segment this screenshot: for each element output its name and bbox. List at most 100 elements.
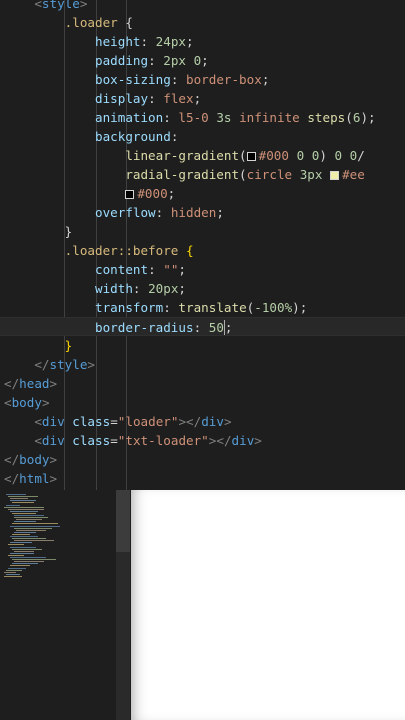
code-token: radial-gradient (4, 167, 240, 182)
minimap-line (14, 550, 34, 552)
color-swatch[interactable] (246, 152, 256, 161)
code-line[interactable]: content: ""; (0, 260, 405, 279)
code-token: ; (186, 34, 194, 49)
code-line[interactable]: <style> (0, 0, 405, 13)
code-token: transform (4, 300, 164, 315)
code-line[interactable]: width: 20px; (0, 279, 405, 298)
minimap-line (10, 552, 34, 554)
minimap-scroll-thumb[interactable] (116, 490, 130, 552)
code-token: : (132, 281, 149, 296)
code-line[interactable]: </html> (0, 469, 405, 488)
code-token: ; (167, 186, 176, 201)
code-line[interactable]: .loader { (0, 13, 405, 32)
code-token: 3s (216, 110, 232, 125)
code-token: ( (239, 148, 247, 163)
code-editor[interactable]: <style> .loader { height: 24px; padding:… (0, 0, 405, 490)
code-token: "" (163, 262, 179, 277)
minimap-line (12, 548, 42, 550)
code-line[interactable]: <div class="loader"></div> (0, 412, 405, 431)
code-token: ; (261, 72, 270, 87)
code-token: { (185, 243, 194, 258)
code-token: : (163, 110, 179, 125)
code-line[interactable]: #000; (0, 184, 405, 203)
code-line[interactable]: radial-gradient(circle 3px #ee (0, 165, 405, 184)
minimap-line (14, 561, 44, 563)
code-token: div (231, 433, 255, 448)
minimap-line (6, 569, 22, 571)
code-token: 2px 0 (163, 53, 202, 68)
minimap-line (10, 510, 38, 512)
code-token: > (79, 0, 88, 11)
minimap-line (8, 567, 26, 569)
code-token: translate (178, 300, 247, 315)
code-token: div (201, 414, 224, 429)
minimap-line (10, 565, 30, 567)
code-token: < (4, 0, 42, 11)
code-line[interactable]: background: (0, 127, 405, 146)
code-token: style (49, 357, 88, 372)
code-token: : (170, 129, 179, 144)
code-token: </ (4, 452, 20, 467)
code-token: : (170, 72, 186, 87)
code-token: < (4, 433, 42, 448)
browser-preview-pane (131, 490, 405, 720)
code-token: ); (292, 300, 308, 315)
code-token: 20px (148, 281, 179, 296)
minimap-line (8, 554, 24, 556)
code-token: ; (201, 53, 209, 68)
code-line[interactable]: transform: translate(-100%); (0, 298, 405, 317)
code-token: .loader (4, 15, 126, 30)
code-line[interactable]: border-radius: 50; (0, 317, 405, 336)
code-line[interactable]: } (0, 222, 405, 241)
code-token: flex (163, 91, 194, 106)
code-line[interactable]: .loader::before { (0, 241, 405, 260)
minimap[interactable] (0, 490, 116, 720)
code-token: "loader" (117, 414, 179, 429)
code-line[interactable]: display: flex; (0, 89, 405, 108)
code-token: ); (360, 110, 376, 125)
code-token: class (72, 433, 111, 448)
code-token: 0 0 (296, 148, 320, 163)
code-line[interactable]: } (0, 336, 405, 355)
code-token: > (49, 376, 58, 391)
minimap-line (6, 494, 26, 495)
code-line[interactable]: </style> (0, 355, 405, 374)
minimap-line (4, 506, 44, 508)
minimap-line (12, 538, 46, 540)
code-token: #000 (258, 148, 297, 163)
code-token: l5-0 (178, 110, 217, 125)
code-line[interactable]: <div class="txt-loader"></div> (0, 431, 405, 450)
code-line[interactable]: box-sizing: border-box; (0, 70, 405, 89)
code-token: content (4, 262, 149, 277)
code-line[interactable]: overflow: hidden; (0, 203, 405, 222)
color-swatch[interactable] (330, 171, 340, 180)
color-swatch[interactable] (125, 190, 135, 199)
code-token: </ (4, 357, 50, 372)
code-token: ; (193, 91, 202, 106)
code-line[interactable]: </head> (0, 374, 405, 393)
code-token: linear-gradient (4, 148, 240, 163)
code-token: } (4, 338, 73, 353)
code-line[interactable]: animation: l5-0 3s infinite steps(6); (0, 108, 405, 127)
code-line[interactable]: </body> (0, 450, 405, 469)
minimap-line (12, 559, 56, 561)
minimap-line (12, 502, 34, 504)
code-line[interactable]: padding: 2px 0; (0, 51, 405, 70)
code-line[interactable]: <body> (0, 393, 405, 412)
code-token: infinite (231, 110, 308, 125)
minimap-line (16, 529, 46, 531)
minimap-line (10, 525, 60, 527)
code-token: : (155, 205, 171, 220)
code-token: < (4, 395, 12, 410)
code-token: > (49, 471, 58, 486)
minimap-line (12, 523, 58, 525)
code-line[interactable]: height: 24px; (0, 32, 405, 51)
minimap-line (8, 496, 38, 498)
code-token: ></ (178, 414, 202, 429)
minimap-line (14, 527, 52, 529)
code-token: 50 (208, 320, 224, 335)
code-token: : (148, 262, 164, 277)
minimap-line (12, 563, 38, 565)
code-line[interactable]: linear-gradient(#000 0 0) 0 0/ (0, 146, 405, 165)
code-token: : (148, 91, 164, 106)
